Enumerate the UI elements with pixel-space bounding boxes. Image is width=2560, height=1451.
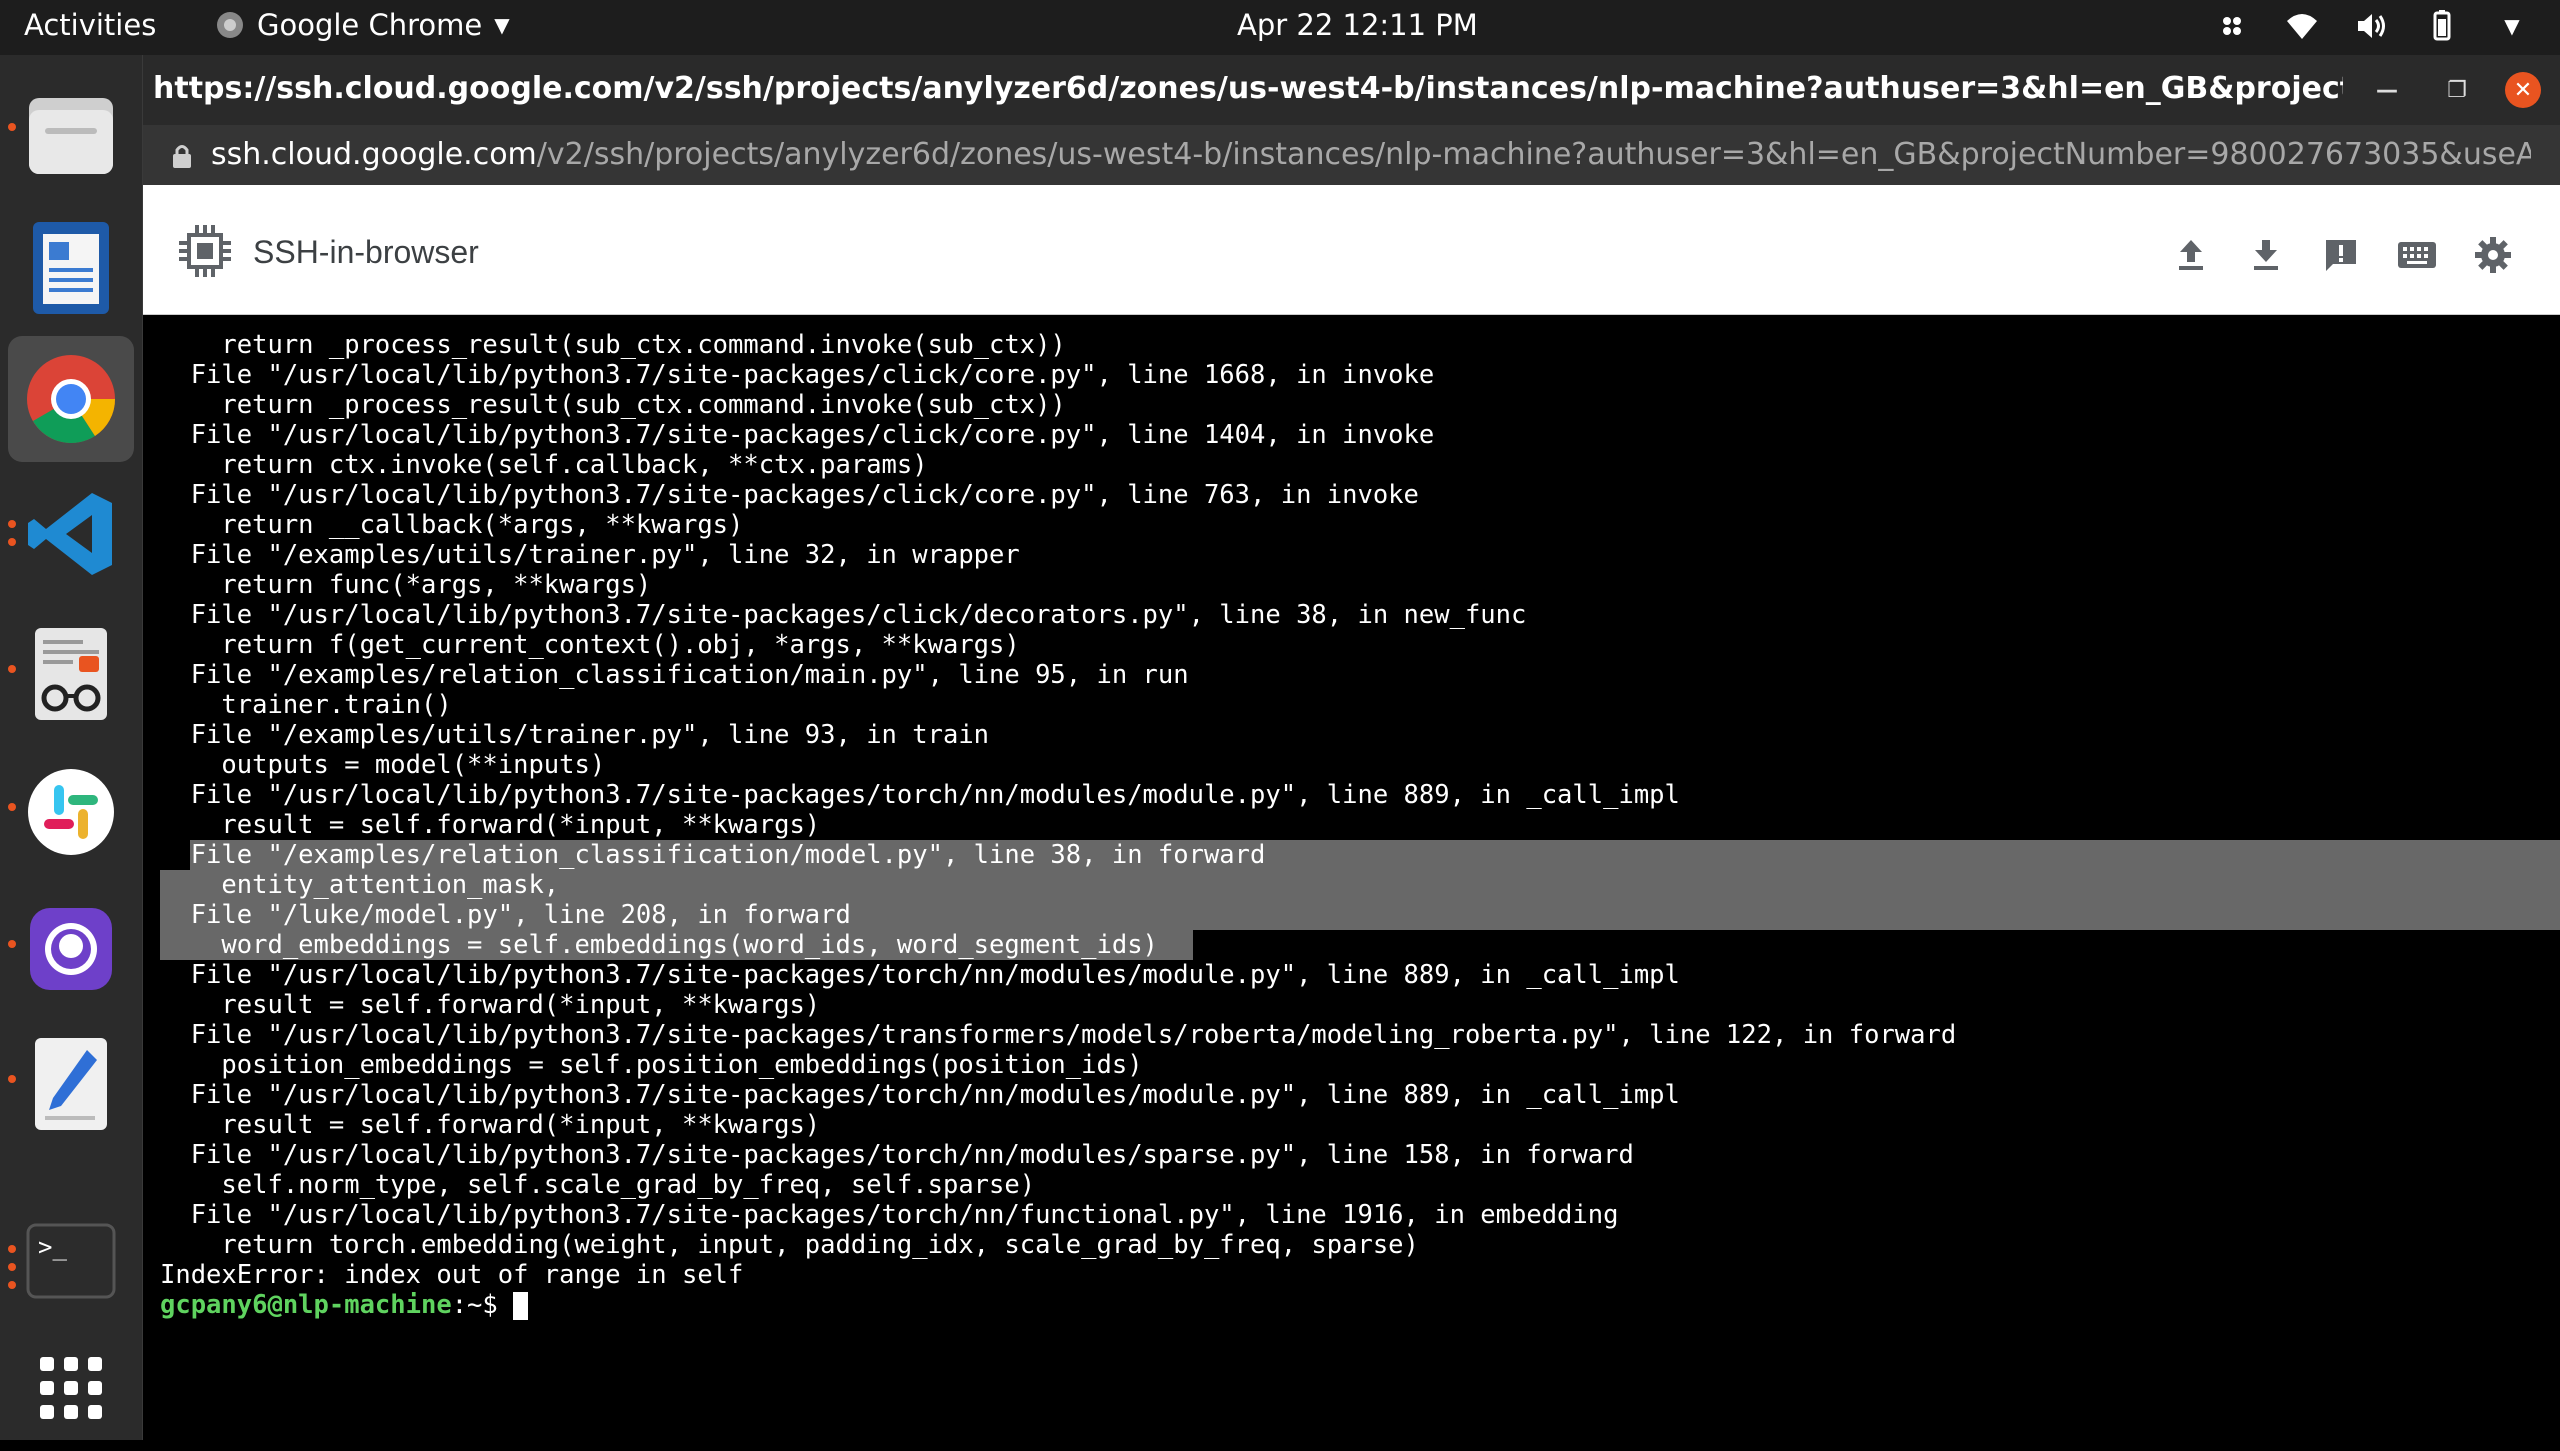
app-grid-icon[interactable] <box>8 1325 134 1451</box>
terminal-line: result = self.forward(*input, **kwargs) <box>160 990 821 1020</box>
terminal-line: File "/usr/local/lib/python3.7/site-pack… <box>160 360 1435 390</box>
terminal-line: File "/usr/local/lib/python3.7/site-pack… <box>160 1140 1634 1170</box>
title-bar[interactable]: https://ssh.cloud.google.com/v2/ssh/proj… <box>143 55 2560 125</box>
terminal-line: word_embeddings = self.embeddings(word_i… <box>160 930 1158 960</box>
slack-tray-icon[interactable] <box>2214 8 2250 44</box>
vscode-icon[interactable] <box>8 471 134 597</box>
prompt-suffix: :~$ <box>451 1290 514 1320</box>
writer-icon[interactable] <box>8 205 134 331</box>
terminal-output: return _process_result(sub_ctx.command.i… <box>160 330 1956 1320</box>
url-text[interactable]: ssh.cloud.google.com/v2/ssh/projects/any… <box>211 137 2531 172</box>
wifi-icon[interactable] <box>2284 8 2320 44</box>
terminal-line: return torch.embedding(weight, input, pa… <box>160 1230 1419 1260</box>
keyboard-icon[interactable] <box>2395 233 2439 277</box>
restore-button[interactable]: ❐ <box>2439 72 2475 108</box>
terminal-line: File "/usr/local/lib/python3.7/site-pack… <box>160 480 1419 510</box>
prompt-line[interactable]: gcpany6@nlp-machine:~$ <box>160 1290 1956 1320</box>
prompt-user: gcpany6@nlp-machine <box>160 1290 452 1320</box>
terminal-line: result = self.forward(*input, **kwargs) <box>160 1110 821 1140</box>
terminal-line: return _process_result(sub_ctx.command.i… <box>160 330 1066 360</box>
url-path: /v2/ssh/projects/anylyzer6d/zones/us-wes… <box>536 137 2531 172</box>
terminal-line: return __callback(*args, **kwargs) <box>160 510 744 540</box>
upload-icon[interactable] <box>2169 233 2213 277</box>
text-viewer-icon[interactable] <box>8 611 134 737</box>
terminal[interactable]: return _process_result(sub_ctx.command.i… <box>143 315 2560 1440</box>
volume-icon[interactable] <box>2354 8 2390 44</box>
terminal-line: File "/examples/relation_classification/… <box>160 660 1189 690</box>
terminal-line: File "/examples/relation_classification/… <box>160 840 1266 870</box>
terminal-line: File "/usr/local/lib/python3.7/site-pack… <box>160 1200 1619 1230</box>
error-line: IndexError: index out of range in self <box>160 1260 744 1290</box>
svg-text:>_: >_ <box>38 1233 67 1261</box>
terminal-line: File "/examples/utils/trainer.py", line … <box>160 720 990 750</box>
feedback-icon[interactable] <box>2319 233 2363 277</box>
ssh-header: SSH-in-browser <box>143 185 2560 315</box>
system-tray[interactable]: ▼ <box>2214 8 2530 44</box>
slack-icon[interactable] <box>8 749 134 875</box>
terminal-line: File "/usr/local/lib/python3.7/site-pack… <box>160 1080 1680 1110</box>
chevron-down-icon: ▼ <box>494 13 510 37</box>
lock-icon <box>173 145 191 168</box>
terminal-line: self.norm_type, self.scale_grad_by_freq,… <box>160 1170 1036 1200</box>
ssh-title: SSH-in-browser <box>253 234 479 270</box>
terminal-line: File "/usr/local/lib/python3.7/site-pack… <box>160 600 1527 630</box>
app-menu[interactable]: Google Chrome ▼ <box>215 8 510 42</box>
window-title: https://ssh.cloud.google.com/v2/ssh/proj… <box>153 71 2343 106</box>
terminal-line: trainer.train() <box>160 690 452 720</box>
terminal-line: return _process_result(sub_ctx.command.i… <box>160 390 1066 420</box>
chrome-icon[interactable] <box>8 336 134 462</box>
terminal-line: outputs = model(**inputs) <box>160 750 606 780</box>
app-name: Google Chrome <box>257 8 483 42</box>
terminal-line: File "/luke/model.py", line 208, in forw… <box>160 900 851 930</box>
minimize-button[interactable]: — <box>2369 72 2405 108</box>
terminal-line: File "/usr/local/lib/python3.7/site-pack… <box>160 960 1680 990</box>
terminal-line: return f(get_current_context().obj, *arg… <box>160 630 1020 660</box>
url-host: ssh.cloud.google.com <box>211 137 537 172</box>
address-bar[interactable]: ssh.cloud.google.com/v2/ssh/projects/any… <box>143 125 2560 185</box>
terminal-cursor <box>513 1292 529 1320</box>
github-desktop-icon[interactable] <box>8 886 134 1012</box>
chevron-down-icon[interactable]: ▼ <box>2494 8 2530 44</box>
terminal-line: File "/usr/local/lib/python3.7/site-pack… <box>160 780 1680 810</box>
dock: >_ <box>0 55 143 1440</box>
settings-gear-icon[interactable] <box>2471 233 2515 277</box>
terminal-line: result = self.forward(*input, **kwargs) <box>160 810 821 840</box>
chip-icon <box>179 225 231 277</box>
text-editor-icon[interactable] <box>8 1021 134 1147</box>
files-icon[interactable] <box>8 71 134 197</box>
close-button[interactable]: ✕ <box>2505 72 2541 108</box>
top-bar: Activities Google Chrome ▼ Apr 22 12:11 … <box>0 0 2560 55</box>
activities-button[interactable]: Activities <box>24 8 156 42</box>
terminal-line: File "/usr/local/lib/python3.7/site-pack… <box>160 1020 1957 1050</box>
terminal-line: entity_attention_mask, <box>160 870 560 900</box>
terminal-icon[interactable]: >_ <box>8 1198 134 1324</box>
clock[interactable]: Apr 22 12:11 PM <box>1237 8 1478 42</box>
terminal-line: File "/examples/utils/trainer.py", line … <box>160 540 1020 570</box>
terminal-line: return ctx.invoke(self.callback, **ctx.p… <box>160 450 928 480</box>
battery-icon[interactable] <box>2424 8 2460 44</box>
terminal-line: position_embeddings = self.position_embe… <box>160 1050 1143 1080</box>
chrome-small-icon <box>217 12 243 38</box>
chrome-window: https://ssh.cloud.google.com/v2/ssh/proj… <box>143 55 2560 1440</box>
download-icon[interactable] <box>2244 233 2288 277</box>
terminal-line: File "/usr/local/lib/python3.7/site-pack… <box>160 420 1435 450</box>
terminal-line: return func(*args, **kwargs) <box>160 570 652 600</box>
